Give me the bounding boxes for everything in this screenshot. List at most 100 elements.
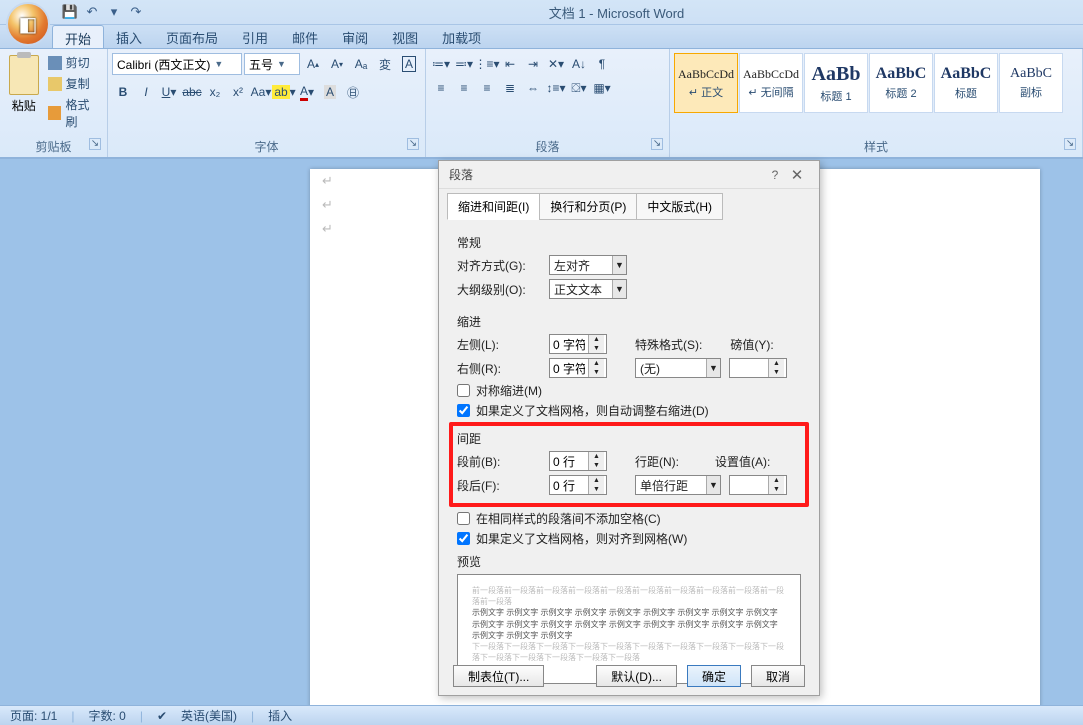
after-spin[interactable]: ▲▼ xyxy=(549,475,607,495)
shading-button[interactable]: ⛋▾ xyxy=(568,77,590,99)
no-space-same-style-check[interactable] xyxy=(457,512,470,525)
strike-button[interactable]: abc xyxy=(181,81,203,103)
tab-layout[interactable]: 页面布局 xyxy=(154,25,230,48)
save-icon[interactable]: 💾 xyxy=(62,4,78,20)
spin-up-icon[interactable]: ▲ xyxy=(769,476,784,485)
paragraph-launcher-icon[interactable]: ↘ xyxy=(651,138,663,150)
at-spin[interactable]: ▲▼ xyxy=(729,475,787,495)
font-launcher-icon[interactable]: ↘ xyxy=(407,138,419,150)
by-spin[interactable]: ▲▼ xyxy=(729,358,787,378)
office-button[interactable]: ◧ xyxy=(6,2,50,46)
font-color-button[interactable]: A▾ xyxy=(296,81,318,103)
increase-indent-button[interactable]: ⇥ xyxy=(522,53,544,75)
sort-button[interactable]: A↓ xyxy=(568,53,590,75)
italic-button[interactable]: I xyxy=(135,81,157,103)
bold-button[interactable]: B xyxy=(112,81,134,103)
bullets-button[interactable]: ≔▾ xyxy=(430,53,452,75)
line-spacing-combo[interactable]: 单倍行距▼ xyxy=(635,475,721,495)
dlg-tab-indent[interactable]: 缩进和间距(I) xyxy=(447,193,540,220)
tabs-button[interactable]: 制表位(T)... xyxy=(453,665,544,687)
ok-button[interactable]: 确定 xyxy=(687,665,741,687)
cut-button[interactable]: 剪切 xyxy=(46,53,103,72)
spin-down-icon[interactable]: ▼ xyxy=(589,368,604,377)
redo-icon[interactable]: ↷ xyxy=(128,4,144,20)
style-gallery[interactable]: AaBbCcDd↵ 正文 AaBbCcDd↵ 无间隔 AaBb标题 1 AaBb… xyxy=(674,53,1063,113)
align-right-button[interactable]: ≡ xyxy=(476,77,498,99)
align-combo[interactable]: 左对齐▼ xyxy=(549,255,627,275)
numbering-button[interactable]: ≕▾ xyxy=(453,53,475,75)
status-words[interactable]: 字数: 0 xyxy=(88,707,125,724)
clear-format-button[interactable]: Aₐ xyxy=(350,53,372,75)
tab-view[interactable]: 视图 xyxy=(380,25,430,48)
close-icon[interactable]: ✕ xyxy=(785,166,809,184)
status-spellcheck-icon[interactable]: ✔ xyxy=(157,709,167,723)
copy-button[interactable]: 复制 xyxy=(46,74,103,93)
default-button[interactable]: 默认(D)... xyxy=(596,665,677,687)
spin-up-icon[interactable]: ▲ xyxy=(589,452,604,461)
indent-right-input[interactable] xyxy=(550,359,588,377)
indent-left-spin[interactable]: ▲▼ xyxy=(549,334,607,354)
spin-up-icon[interactable]: ▲ xyxy=(589,335,604,344)
styles-launcher-icon[interactable]: ↘ xyxy=(1064,138,1076,150)
align-justify-button[interactable]: ≣ xyxy=(499,77,521,99)
enclose-button[interactable]: ㊐ xyxy=(342,81,364,103)
highlight-button[interactable]: ab▾ xyxy=(273,81,295,103)
spin-down-icon[interactable]: ▼ xyxy=(589,461,604,470)
line-spacing-button[interactable]: ↕≡▾ xyxy=(545,77,567,99)
auto-indent-grid-check[interactable] xyxy=(457,404,470,417)
undo-icon[interactable]: ↶ xyxy=(84,4,100,20)
change-case-button[interactable]: Aa▾ xyxy=(250,81,272,103)
underline-button[interactable]: U▾ xyxy=(158,81,180,103)
special-combo[interactable]: (无)▼ xyxy=(635,358,721,378)
indent-left-input[interactable] xyxy=(550,335,588,353)
font-family-combo[interactable]: Calibri (西文正文)▼ xyxy=(112,53,242,75)
style-heading1[interactable]: AaBb标题 1 xyxy=(804,53,868,113)
char-border-button[interactable]: A xyxy=(398,53,420,75)
by-input[interactable] xyxy=(730,359,768,377)
before-input[interactable] xyxy=(550,452,588,470)
format-painter-button[interactable]: 格式刷 xyxy=(46,95,103,131)
help-icon[interactable]: ? xyxy=(765,168,785,182)
multilevel-button[interactable]: ⋮≡▾ xyxy=(476,53,498,75)
align-center-button[interactable]: ≡ xyxy=(453,77,475,99)
tab-addins[interactable]: 加载项 xyxy=(430,25,493,48)
clipboard-launcher-icon[interactable]: ↘ xyxy=(89,138,101,150)
spin-down-icon[interactable]: ▼ xyxy=(769,368,784,377)
tab-mailings[interactable]: 邮件 xyxy=(280,25,330,48)
style-no-spacing[interactable]: AaBbCcDd↵ 无间隔 xyxy=(739,53,803,113)
cancel-button[interactable]: 取消 xyxy=(751,665,805,687)
style-heading2[interactable]: AaBbC标题 2 xyxy=(869,53,933,113)
snap-grid-check[interactable] xyxy=(457,532,470,545)
spin-up-icon[interactable]: ▲ xyxy=(589,476,604,485)
mirror-indent-check[interactable] xyxy=(457,384,470,397)
status-lang[interactable]: 英语(美国) xyxy=(181,707,237,724)
after-input[interactable] xyxy=(550,476,588,494)
spin-up-icon[interactable]: ▲ xyxy=(589,359,604,368)
align-left-button[interactable]: ≡ xyxy=(430,77,452,99)
shrink-font-button[interactable]: A▾ xyxy=(326,53,348,75)
indent-right-spin[interactable]: ▲▼ xyxy=(549,358,607,378)
font-size-combo[interactable]: 五号▼ xyxy=(244,53,300,75)
char-shading-button[interactable]: A xyxy=(319,81,341,103)
tab-insert[interactable]: 插入 xyxy=(104,25,154,48)
at-input[interactable] xyxy=(730,476,768,494)
style-title[interactable]: AaBbC标题 xyxy=(934,53,998,113)
status-mode[interactable]: 插入 xyxy=(268,707,292,724)
dlg-tab-linebreak[interactable]: 换行和分页(P) xyxy=(539,193,637,220)
superscript-button[interactable]: x² xyxy=(227,81,249,103)
before-spin[interactable]: ▲▼ xyxy=(549,451,607,471)
status-page[interactable]: 页面: 1/1 xyxy=(10,707,57,724)
subscript-button[interactable]: x₂ xyxy=(204,81,226,103)
paste-button[interactable]: 粘贴 xyxy=(4,53,44,116)
distribute-button[interactable]: ⇔ xyxy=(522,77,544,99)
spin-up-icon[interactable]: ▲ xyxy=(769,359,784,368)
spin-down-icon[interactable]: ▼ xyxy=(589,344,604,353)
dlg-tab-asian[interactable]: 中文版式(H) xyxy=(636,193,723,220)
tab-references[interactable]: 引用 xyxy=(230,25,280,48)
decrease-indent-button[interactable]: ⇤ xyxy=(499,53,521,75)
tab-home[interactable]: 开始 xyxy=(52,25,104,48)
style-normal[interactable]: AaBbCcDd↵ 正文 xyxy=(674,53,738,113)
spin-down-icon[interactable]: ▼ xyxy=(589,485,604,494)
phonetic-button[interactable]: 変 xyxy=(374,53,396,75)
asian-layout-button[interactable]: ✕▾ xyxy=(545,53,567,75)
